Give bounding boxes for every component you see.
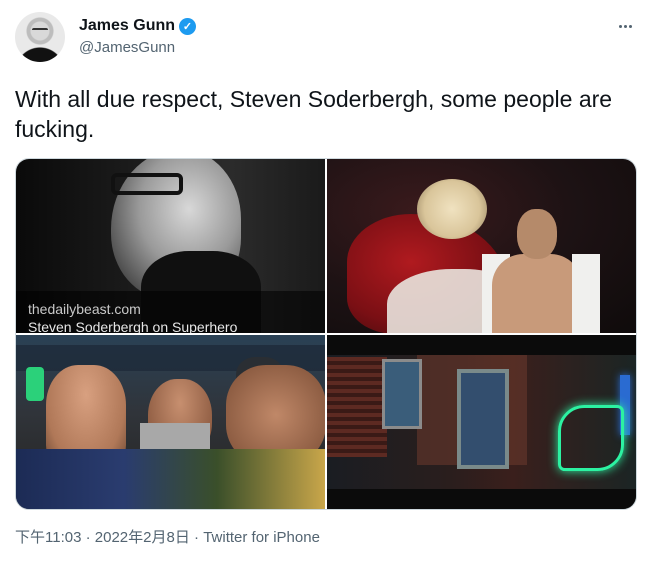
meta-separator: · [81,529,95,546]
verified-badge-icon: ✓ [179,17,197,35]
tweet-meta: 下午11:03 · 2022年2月8日 · Twitter for iPhone [15,528,320,548]
avatar[interactable] [15,12,65,62]
scene-blinds [327,357,387,457]
handle[interactable]: @JamesGunn [79,38,196,58]
scene-window-small [382,359,422,429]
scene-blanket [16,449,325,509]
avatar-glasses [32,28,48,34]
scene-woman-hair [417,179,487,239]
scene-shirt-right [572,254,600,333]
more-horizontal-icon[interactable] [615,16,635,36]
scene-man-head [517,209,557,259]
meta-separator: · [189,529,204,546]
more-dot [618,24,622,28]
tweet-time[interactable]: 下午11:03 [15,529,81,546]
media-tile-couple[interactable] [327,159,636,333]
link-card-source: thedailybeast.com [28,301,141,317]
tweet-date[interactable]: 2022年2月8日 [95,529,190,546]
scene-neon-green [558,405,624,471]
tweet-text: With all due respect, Steven Soderbergh,… [15,86,613,142]
media-grid: thedailybeast.com Steven Soderbergh on S… [15,158,637,510]
author-info: James Gunn ✓ @JamesGunn [79,16,197,58]
scene-lamp [26,367,44,401]
media-tile-neon-room[interactable] [327,335,636,509]
link-card-title: Steven Soderbergh on Superhero [28,319,238,333]
display-name[interactable]: James Gunn [79,16,175,36]
letterbox-top [327,335,636,355]
tweet-header: James Gunn ✓ @JamesGunn [15,12,635,66]
name-row: James Gunn ✓ [79,16,197,36]
censor-bar [140,423,210,449]
media-tile-soderbergh[interactable]: thedailybeast.com Steven Soderbergh on S… [16,159,325,333]
scene-window-large [457,369,509,469]
media-tile-bed[interactable] [16,335,325,509]
portrait-glasses [111,173,183,195]
scene-man-body [492,254,582,333]
letterbox-bottom [327,489,636,509]
tweet-client-link[interactable]: Twitter for iPhone [203,529,320,546]
more-dot [628,24,632,28]
more-dot [623,24,627,28]
